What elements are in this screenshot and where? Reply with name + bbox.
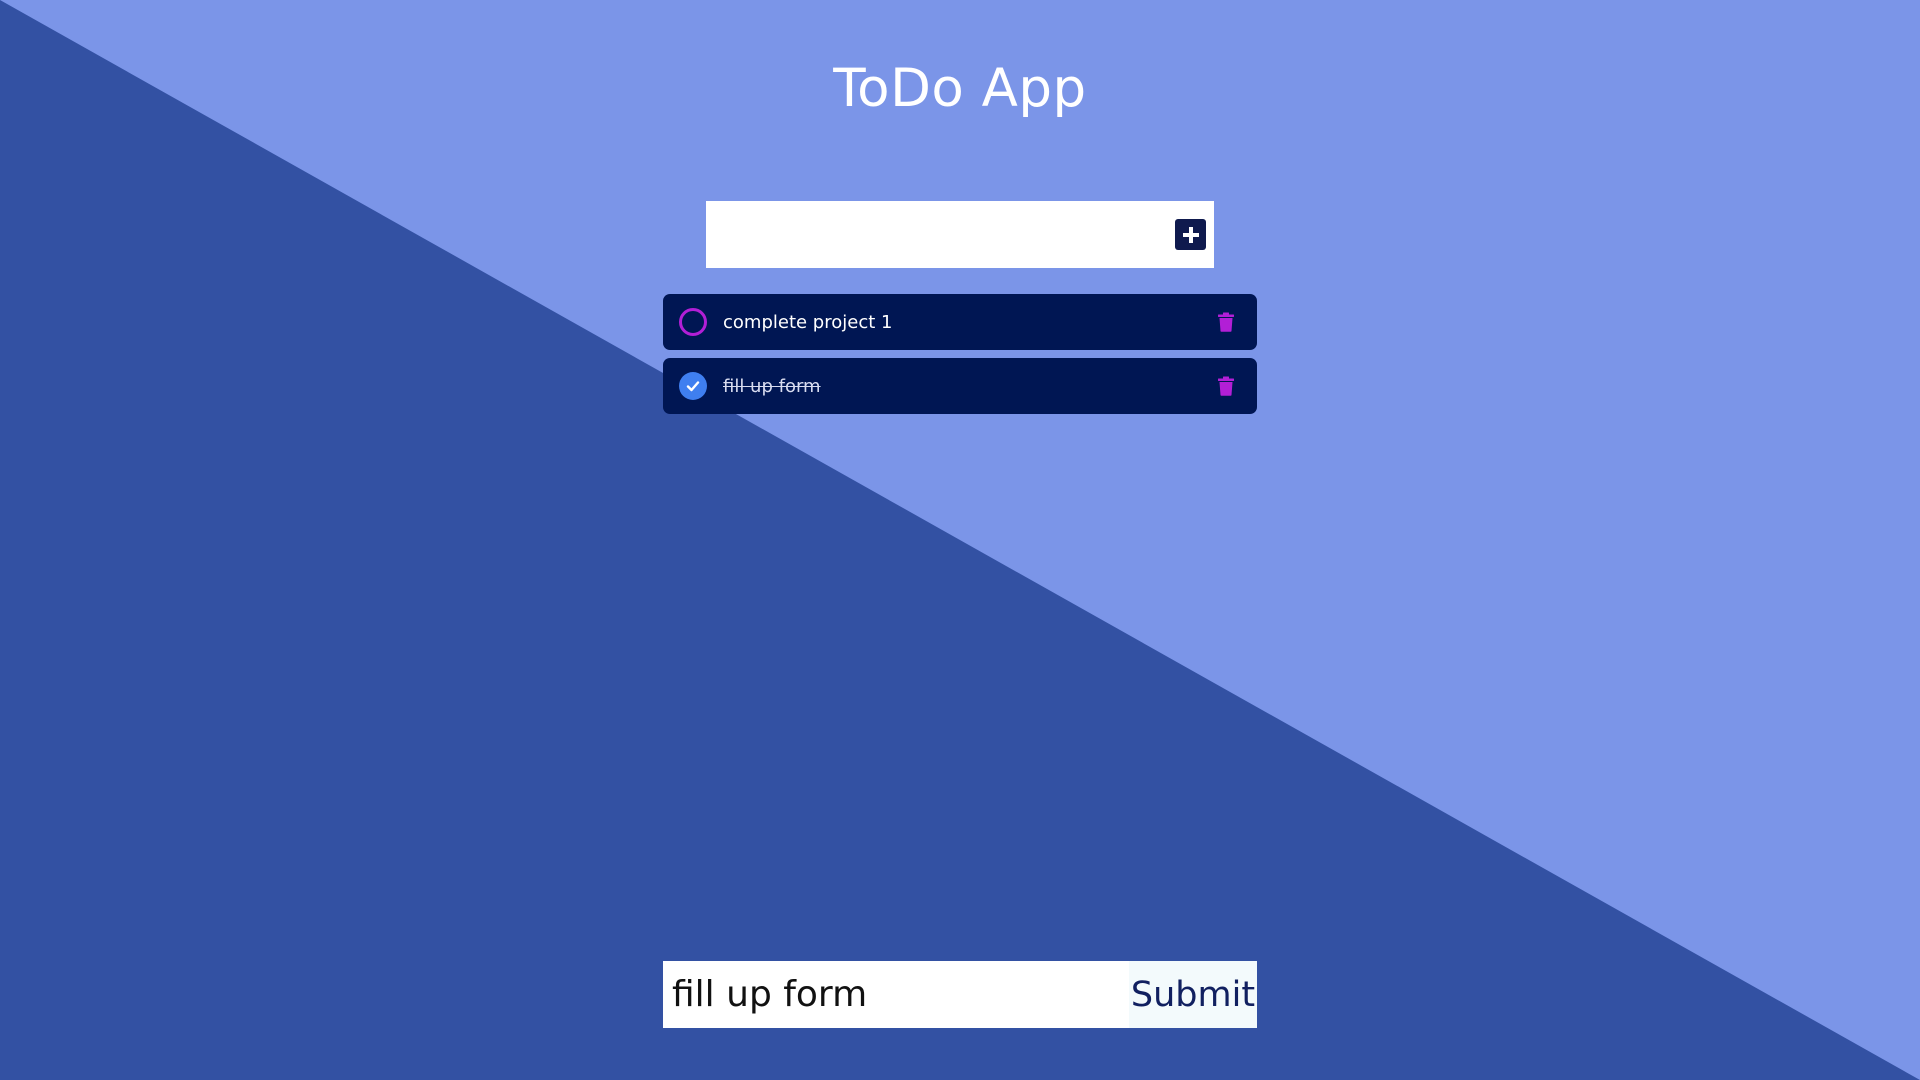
checkmark-icon: [686, 381, 700, 392]
add-todo-form: [706, 201, 1214, 268]
todo-text: fill up form: [723, 375, 821, 397]
plus-square-icon: [1182, 226, 1199, 243]
todo-item: complete project 1: [663, 294, 1257, 350]
background-diagonal: [0, 0, 1920, 1080]
todo-item: fill up form: [663, 358, 1257, 414]
todo-text: complete project 1: [723, 311, 893, 333]
circle-icon[interactable]: [679, 308, 707, 336]
trash-icon: [1218, 376, 1234, 396]
add-todo-button[interactable]: [1175, 219, 1206, 250]
delete-todo-button[interactable]: [1213, 309, 1239, 335]
bottom-text-input[interactable]: [663, 961, 1129, 1028]
delete-todo-button[interactable]: [1213, 373, 1239, 399]
submit-button[interactable]: Submit: [1129, 961, 1257, 1028]
trash-icon: [1218, 312, 1234, 332]
check-circle-icon[interactable]: [679, 372, 707, 400]
page-title: ToDo App: [833, 58, 1087, 119]
bottom-form: Submit: [663, 961, 1257, 1028]
add-todo-input[interactable]: [706, 201, 1175, 268]
todo-list: complete project 1 fill up form: [663, 294, 1257, 422]
